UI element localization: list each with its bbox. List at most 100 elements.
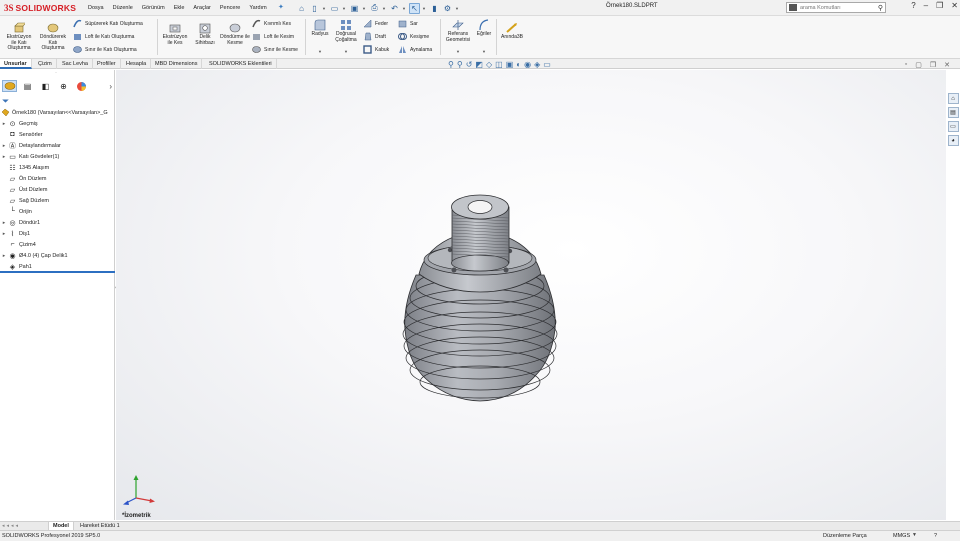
apply-scene-icon[interactable]: ◈ bbox=[534, 60, 540, 69]
print-icon[interactable]: ⎙ bbox=[369, 3, 380, 14]
menu-view[interactable]: Görünüm bbox=[142, 5, 165, 11]
design-library-icon[interactable]: ▤ bbox=[947, 107, 959, 118]
appearances-icon[interactable]: ◕ bbox=[947, 135, 959, 146]
extrude-boss-button[interactable]: Ekstrüzyon ile Katı Oluşturma bbox=[4, 22, 34, 52]
revolve-cut-button[interactable]: Döndürme ile Kesme bbox=[220, 22, 250, 46]
restore-icon[interactable]: ❐ bbox=[936, 1, 943, 10]
tab-sketch[interactable]: Çizim bbox=[34, 59, 57, 69]
menu-file[interactable]: Dosya bbox=[88, 5, 104, 11]
revolve-boss-button[interactable]: Döndürerek Katı Oluşturma bbox=[37, 22, 69, 52]
hole-wizard-button[interactable]: Delik Sihirbazı bbox=[192, 22, 218, 46]
tree-item-hole1[interactable]: ▸ ◉ Ø4.0 (4) Çap Delik1 bbox=[0, 250, 115, 261]
rollback-bar[interactable] bbox=[0, 271, 115, 273]
dimxpert-manager-tab-icon[interactable]: ⊕ bbox=[56, 80, 71, 92]
hide-show-items-icon[interactable]: ◐ bbox=[516, 60, 521, 69]
expand-icon[interactable]: ▸ bbox=[0, 231, 8, 237]
solidworks-logo[interactable]: 3S SOLIDWORKS bbox=[4, 2, 76, 14]
instant3d-button[interactable]: Anında3B bbox=[499, 22, 525, 41]
rib-button[interactable]: Feder bbox=[363, 19, 388, 28]
tab-mbd-dimensions[interactable]: MBD Dimensions bbox=[151, 59, 203, 69]
chevron-down-icon[interactable]: ▼ bbox=[482, 49, 486, 54]
undo-icon[interactable]: ↶ bbox=[389, 3, 400, 14]
new-document-icon[interactable]: ▯ bbox=[309, 3, 320, 14]
extrude-cut-button[interactable]: Ekstrüzyon ile Kes bbox=[160, 22, 190, 46]
chevron-down-icon[interactable]: ▼ bbox=[912, 532, 917, 538]
expand-icon[interactable]: ▸ bbox=[0, 220, 8, 226]
reference-geometry-button[interactable]: Referans Geometrisi bbox=[443, 19, 473, 43]
viewport-close-icon[interactable]: ✕ bbox=[944, 61, 950, 69]
tree-item-front-plane[interactable]: ▱ Ön Düzlem bbox=[0, 173, 115, 184]
tree-item-origin[interactable]: └ Orijin bbox=[0, 206, 115, 217]
file-explorer-icon[interactable]: ▭ bbox=[947, 121, 959, 132]
chevron-down-icon[interactable]: ▼ bbox=[322, 6, 327, 11]
linear-pattern-button[interactable]: Doğrusal Çoğaltma bbox=[333, 19, 359, 43]
swept-cut-button[interactable]: Kıvrımlı Kes bbox=[252, 19, 291, 28]
wrap-button[interactable]: Sar bbox=[398, 19, 418, 28]
tree-item-history[interactable]: ▸ ⊙ Geçmiş bbox=[0, 118, 115, 129]
search-box[interactable]: arama Komutları ⚲ bbox=[786, 2, 886, 13]
filter-icon[interactable]: ⏷ bbox=[2, 96, 9, 107]
chevron-down-icon[interactable]: ▼ bbox=[402, 6, 407, 11]
tree-item-annotations[interactable]: ▸ Ⓐ Detaylandırmalar bbox=[0, 140, 115, 151]
home-icon[interactable]: ⌂ bbox=[296, 3, 307, 14]
viewport-restore-icon[interactable]: ❐ bbox=[930, 61, 936, 69]
swept-boss-button[interactable]: Süpürerek Katı Oluşturma bbox=[73, 19, 143, 28]
tree-root-part[interactable]: Örnek180 (Varsayılan<<Varsayılan>_G bbox=[0, 107, 115, 118]
zoom-area-icon[interactable]: ⚲ bbox=[457, 60, 463, 69]
home-icon[interactable]: ⌂ bbox=[947, 93, 959, 104]
options-gear-icon[interactable]: ⚙ bbox=[442, 3, 453, 14]
boundary-boss-button[interactable]: Sınır ile Katı Oluşturma bbox=[73, 45, 137, 54]
tree-item-top-plane[interactable]: ▱ Üst Düzlem bbox=[0, 184, 115, 195]
curves-button[interactable]: Eğriler bbox=[474, 19, 494, 38]
display-style-icon[interactable]: ▣ bbox=[506, 60, 514, 69]
tree-item-revolve1[interactable]: ▸ ◎ Döndür1 bbox=[0, 217, 115, 228]
fillet-button[interactable]: Radyus bbox=[308, 19, 332, 38]
tab-weldments[interactable]: Profiller bbox=[93, 59, 121, 69]
property-manager-tab-icon[interactable]: ▤ bbox=[20, 80, 35, 92]
graphics-area[interactable] bbox=[116, 70, 946, 520]
tab-features[interactable]: Unsurlar bbox=[0, 59, 32, 69]
menu-insert[interactable]: Ekle bbox=[174, 5, 185, 11]
tree-item-solid-bodies[interactable]: ▸ ▭ Katı Gövdeler(1) bbox=[0, 151, 115, 162]
chevron-right-icon[interactable]: › bbox=[109, 82, 112, 91]
section-view-icon[interactable]: ◩ bbox=[475, 60, 483, 69]
menu-window[interactable]: Pencere bbox=[220, 5, 241, 11]
previous-view-icon[interactable]: ↺ bbox=[466, 60, 473, 69]
menu-tools[interactable]: Araçlar bbox=[193, 5, 210, 11]
tree-item-material[interactable]: ☷ 1345 Alaşım bbox=[0, 162, 115, 173]
edit-appearance-icon[interactable]: ◉ bbox=[524, 60, 531, 69]
mirror-button[interactable]: Aynalama bbox=[398, 45, 432, 54]
tree-item-sensors[interactable]: ◘ Sensörler bbox=[0, 129, 115, 140]
help-icon[interactable]: ? bbox=[911, 1, 915, 10]
chevron-down-icon[interactable]: ▼ bbox=[318, 49, 322, 54]
chevron-down-icon[interactable]: ▼ bbox=[344, 49, 348, 54]
minimize-icon[interactable]: – bbox=[924, 1, 928, 10]
reference-triad[interactable] bbox=[120, 472, 160, 508]
view-orientation-icon[interactable]: ◫ bbox=[495, 60, 503, 69]
tab-sheet-metal[interactable]: Sac Levha bbox=[58, 59, 93, 69]
close-icon[interactable]: ✕ bbox=[951, 1, 958, 10]
view-settings-icon[interactable]: ▭ bbox=[543, 60, 551, 69]
tab-scroll-arrows-icon[interactable]: ◂◂◂◂ bbox=[2, 523, 20, 529]
tree-item-right-plane[interactable]: ▱ Sağ Düzlem bbox=[0, 195, 115, 206]
chevron-down-icon[interactable]: ▼ bbox=[422, 6, 427, 11]
loft-boss-button[interactable]: Loft ile Katı Oluşturma bbox=[73, 32, 134, 41]
zoom-to-fit-icon[interactable]: ⚲ bbox=[448, 60, 454, 69]
tree-item-sketch4[interactable]: ⌐ Çizim4 bbox=[0, 239, 115, 250]
chevron-down-icon[interactable]: ▼ bbox=[456, 49, 460, 54]
tree-item-thread1[interactable]: ▸ ⌇ Diş1 bbox=[0, 228, 115, 239]
chevron-down-icon[interactable]: ▼ bbox=[362, 6, 367, 11]
feature-manager-tab-icon[interactable] bbox=[2, 80, 17, 92]
select-cursor-icon[interactable]: ↖ bbox=[409, 2, 420, 14]
expand-icon[interactable]: ▸ bbox=[0, 121, 8, 127]
viewport-tile-icon[interactable]: ▢ bbox=[915, 61, 922, 69]
configuration-manager-tab-icon[interactable]: ◧ bbox=[38, 80, 53, 92]
chevron-down-icon[interactable]: ▼ bbox=[382, 6, 387, 11]
part-model[interactable] bbox=[116, 70, 946, 520]
viewport-minimize-icon[interactable]: ▫ bbox=[905, 61, 907, 69]
traffic-light-icon[interactable]: ▮ bbox=[429, 3, 440, 14]
tab-addins[interactable]: SOLIDWORKS Eklentileri bbox=[205, 59, 277, 69]
boundary-cut-button[interactable]: Sınır ile Kesme bbox=[252, 45, 298, 54]
pin-icon[interactable]: ✦ bbox=[278, 3, 284, 11]
search-icon[interactable]: ⚲ bbox=[878, 4, 883, 12]
